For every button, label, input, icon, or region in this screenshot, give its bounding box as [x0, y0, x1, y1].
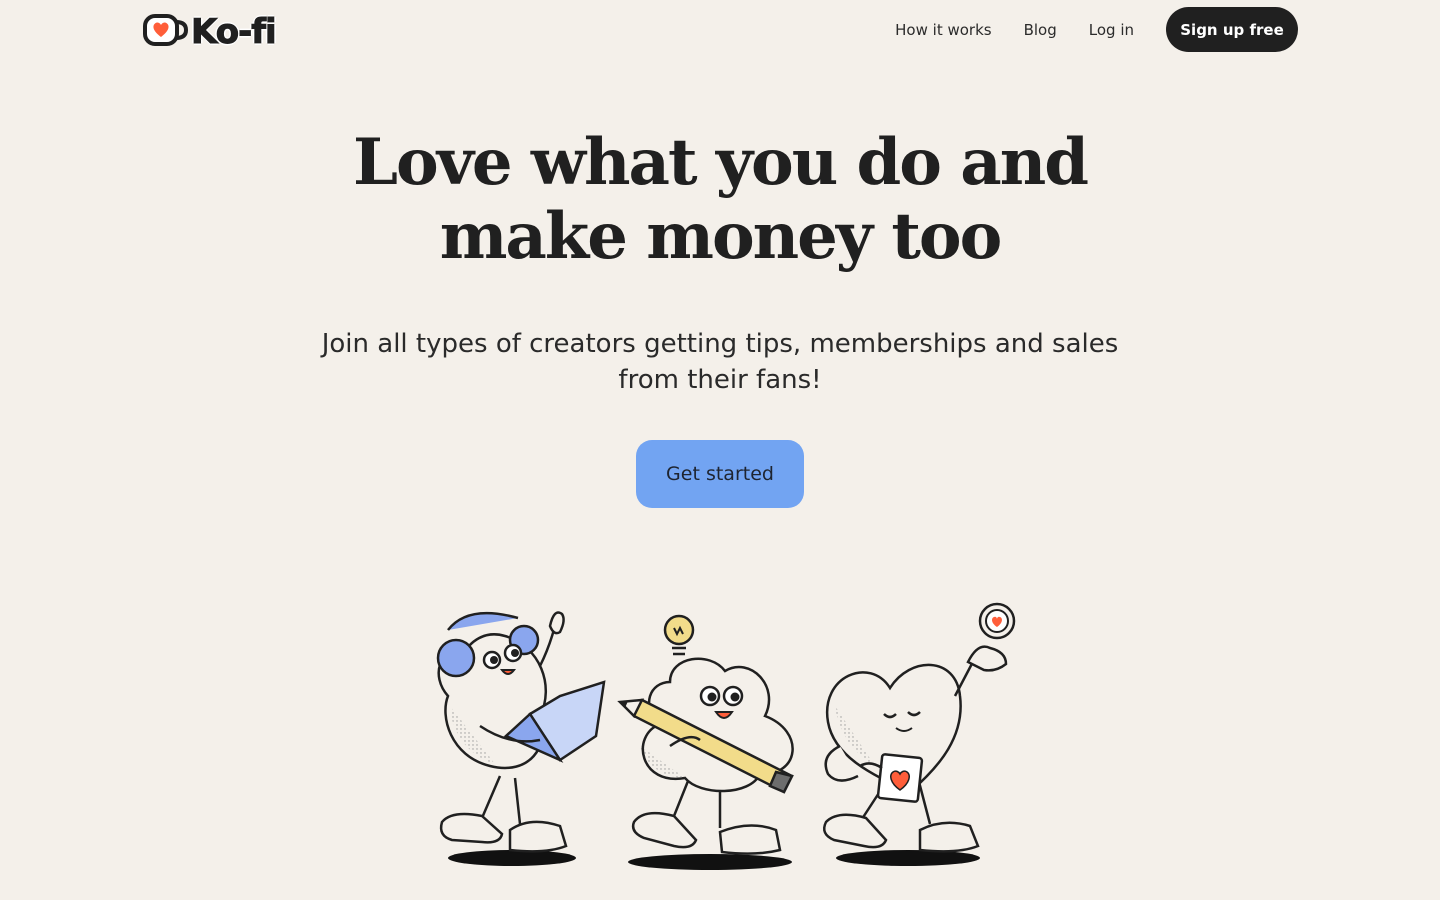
- kofi-logo[interactable]: Ko-fi: [143, 10, 278, 54]
- hero-title: Love what you do and make money too: [0, 126, 1440, 274]
- get-started-button[interactable]: Get started: [636, 440, 804, 508]
- nav-blog[interactable]: Blog: [1024, 21, 1057, 39]
- creators-illustration: [420, 596, 1030, 886]
- hero-title-line-2: make money too: [439, 199, 1003, 274]
- nav-how-it-works[interactable]: How it works: [895, 21, 991, 39]
- laptop-creator-figure: [436, 611, 606, 866]
- main-nav: How it works Blog Log in Sign up free: [895, 7, 1298, 52]
- pencil-creator-figure: [617, 614, 794, 870]
- nav-log-in[interactable]: Log in: [1089, 21, 1134, 39]
- hero-title-line-1: Love what you do and: [353, 125, 1089, 200]
- kofi-cup-icon: [143, 10, 189, 54]
- hero-subtitle: Join all types of creators getting tips,…: [321, 329, 1119, 395]
- heart-creator-figure: [823, 602, 1016, 866]
- page: Ko-fi How it works Blog Log in Sign up f…: [0, 0, 1440, 900]
- site-header: Ko-fi How it works Blog Log in Sign up f…: [0, 0, 1440, 60]
- logo-wordmark: Ko-fi: [191, 12, 278, 53]
- sign-up-button[interactable]: Sign up free: [1166, 7, 1298, 52]
